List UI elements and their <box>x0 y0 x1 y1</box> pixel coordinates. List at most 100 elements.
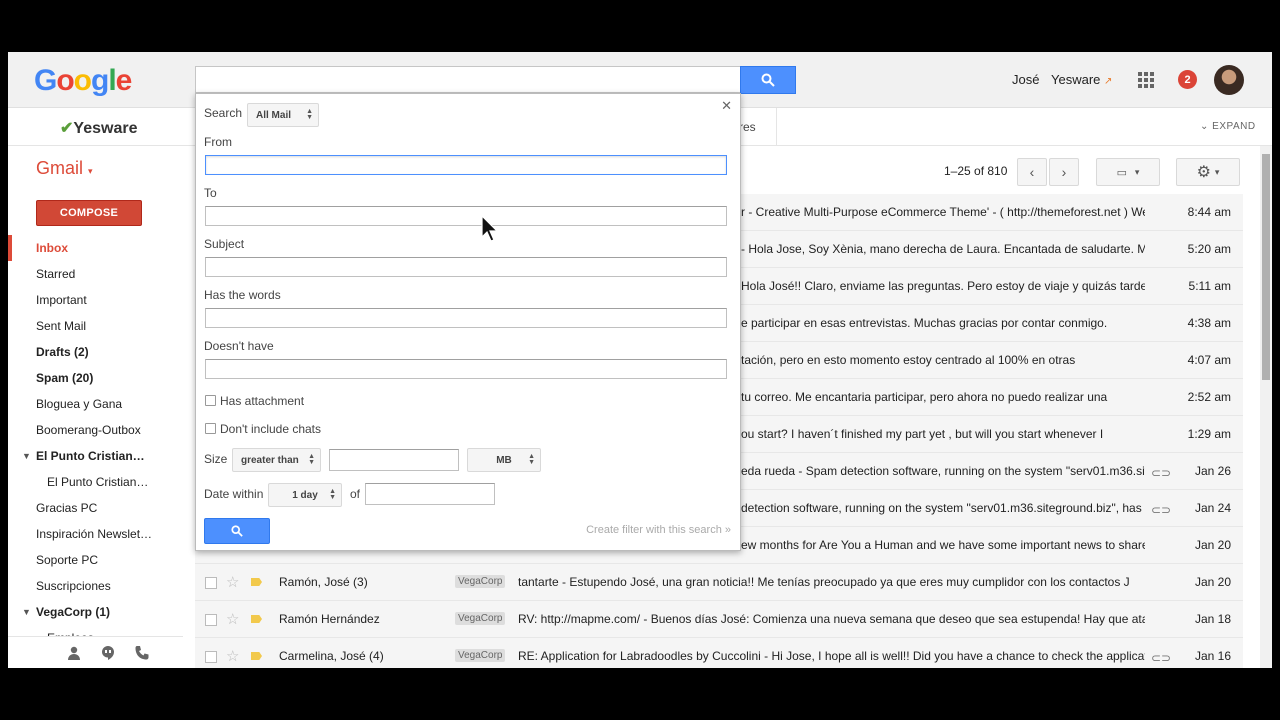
message-subject: ou start? I haven´t finished my part yet… <box>741 427 1104 441</box>
message-label[interactable]: VegaCorp <box>455 649 506 662</box>
sidebar-item[interactable]: ▼ El Punto Cristian… <box>8 443 183 469</box>
to-label: To <box>204 186 217 200</box>
yesware-logo[interactable]: ✔Yesware <box>60 118 137 138</box>
split-pane-icon: ▭ <box>1116 166 1128 179</box>
to-field[interactable] <box>205 206 727 226</box>
date-field[interactable] <box>365 483 495 505</box>
compose-button[interactable]: COMPOSE <box>36 200 142 226</box>
message-subject: ew months for Are You a Human and we hav… <box>741 538 1145 552</box>
yesware-tab[interactable]: res <box>739 120 756 134</box>
important-marker-icon[interactable] <box>251 615 262 623</box>
message-sender: Carmelina, José (4) <box>279 649 384 663</box>
sidebar-item[interactable]: Gracias PC <box>8 495 183 521</box>
sidebar-item[interactable]: Spam (20) <box>8 365 183 391</box>
message-date: 5:11 am <box>1188 279 1231 293</box>
hangouts-bar <box>8 636 183 668</box>
message-label[interactable]: VegaCorp <box>455 612 506 625</box>
expand-triangle-icon[interactable]: ▼ <box>22 443 31 469</box>
message-subject: eda rueda - Spam detection software, run… <box>741 464 1145 478</box>
newer-button[interactable]: ‹ <box>1017 158 1047 186</box>
size-unit-select[interactable]: MB ▲ ▼ <box>467 448 541 472</box>
apps-grid-icon[interactable] <box>1138 72 1154 88</box>
doesnt-have-field[interactable] <box>205 359 727 379</box>
sidebar-nav: Inbox Starred Important Sent Mail Drafts (2)… <box>8 235 183 651</box>
from-field[interactable] <box>205 155 727 175</box>
sidebar-item[interactable]: Suscripciones <box>8 573 183 599</box>
row-checkbox[interactable] <box>205 614 217 626</box>
attachment-icon: ⊂⊃ <box>1151 503 1172 517</box>
expand-button[interactable]: ⌄ EXPAND <box>1200 121 1256 132</box>
sidebar-item-label: Spam (20) <box>36 371 94 385</box>
settings-button[interactable]: ⚙ ▾ <box>1176 158 1240 186</box>
hangouts-icon[interactable] <box>100 645 116 661</box>
sidebar-item[interactable]: ▼ VegaCorp (1) <box>8 599 183 625</box>
dialog-search-button[interactable] <box>204 518 270 544</box>
star-icon[interactable]: ☆ <box>226 647 239 665</box>
select-arrows-icon: ▲ ▼ <box>528 453 535 466</box>
split-pane-toggle[interactable]: ▭ ▾ <box>1096 158 1160 186</box>
message-date: Jan 16 <box>1194 649 1231 663</box>
message-subject: detection software, running on the syste… <box>741 501 1142 515</box>
close-icon[interactable]: ✕ <box>721 98 732 114</box>
contacts-icon[interactable] <box>66 645 82 661</box>
message-date: 1:29 am <box>1187 427 1231 441</box>
sidebar-item[interactable]: Inspiración Newslet… <box>8 521 183 547</box>
subject-field[interactable] <box>205 257 727 277</box>
phone-icon[interactable] <box>134 645 150 661</box>
sidebar-item[interactable]: Sent Mail <box>8 313 183 339</box>
search-input[interactable] <box>195 66 741 93</box>
notifications-badge[interactable]: 2 <box>1178 70 1197 89</box>
sidebar-item[interactable]: Boomerang-Outbox <box>8 417 183 443</box>
table-row[interactable]: ☆ Ramón Hernández VegaCorp RV: http://mapme… <box>195 601 1243 638</box>
has-attachment-checkbox[interactable] <box>205 395 216 406</box>
size-operator-select[interactable]: greater than ▲ ▼ <box>232 448 321 472</box>
doesnt-have-label: Doesn't have <box>204 339 274 353</box>
row-checkbox[interactable] <box>205 577 217 589</box>
message-date: Jan 20 <box>1194 538 1231 552</box>
search-button[interactable] <box>740 66 796 94</box>
pagination-count: 1–25 of 810 <box>944 164 1008 178</box>
message-subject: RE: Application for Labradoodles by Cucc… <box>518 649 1145 663</box>
older-button[interactable]: › <box>1049 158 1079 186</box>
scrollbar-thumb[interactable] <box>1262 154 1270 380</box>
attachment-icon: ⊂⊃ <box>1151 466 1172 480</box>
search-icon <box>231 525 243 537</box>
google-logo[interactable]: Google <box>34 64 132 98</box>
create-filter-link[interactable]: Create filter with this search » <box>586 524 731 536</box>
has-words-field[interactable] <box>205 308 727 328</box>
no-chats-checkbox[interactable] <box>205 423 216 434</box>
chevron-down-icon: ▾ <box>1214 166 1220 177</box>
message-label[interactable]: VegaCorp <box>455 575 506 588</box>
sidebar-item[interactable]: Drafts (2) <box>8 339 183 365</box>
gmail-menu[interactable]: Gmail ▾ <box>36 158 93 179</box>
sidebar-item[interactable]: Inbox <box>8 235 183 261</box>
dropdown-caret-icon: ▾ <box>88 166 93 176</box>
date-range-select[interactable]: 1 day ▲ ▼ <box>268 483 342 507</box>
size-value-field[interactable] <box>329 449 459 471</box>
star-icon[interactable]: ☆ <box>226 610 239 628</box>
scrollbar[interactable] <box>1260 146 1272 668</box>
user-name-link[interactable]: José <box>1012 72 1039 87</box>
sidebar-item[interactable]: Starred <box>8 261 183 287</box>
row-checkbox[interactable] <box>205 651 217 663</box>
size-unit-value: MB <box>496 454 512 466</box>
yesware-menu[interactable]: Yesware ↗ <box>1051 72 1112 87</box>
star-icon[interactable]: ☆ <box>226 573 239 591</box>
yesware-chart-icon: ↗ <box>1104 76 1113 87</box>
message-date: Jan 26 <box>1194 464 1231 478</box>
sidebar-item[interactable]: El Punto Cristian… <box>8 469 183 495</box>
message-date: Jan 18 <box>1194 612 1231 626</box>
yesware-logo-icon: ✔ <box>60 120 74 137</box>
table-row[interactable]: ☆ Ramón, José (3) VegaCorp tantarte - Estup… <box>195 564 1243 601</box>
expand-triangle-icon[interactable]: ▼ <box>22 599 31 625</box>
important-marker-icon[interactable] <box>251 652 262 660</box>
search-scope-select[interactable]: All Mail ▲ ▼ <box>247 103 319 127</box>
sidebar-item[interactable]: Bloguea y Gana <box>8 391 183 417</box>
sidebar-item[interactable]: Important <box>8 287 183 313</box>
yesware-menu-label: Yesware <box>1051 72 1101 87</box>
avatar[interactable] <box>1214 65 1244 95</box>
important-marker-icon[interactable] <box>251 578 262 586</box>
sidebar-item-label: El Punto Cristian… <box>36 449 145 463</box>
table-row[interactable]: ☆ Carmelina, José (4) VegaCorp RE: Applicat… <box>195 638 1243 668</box>
sidebar-item[interactable]: Soporte PC <box>8 547 183 573</box>
